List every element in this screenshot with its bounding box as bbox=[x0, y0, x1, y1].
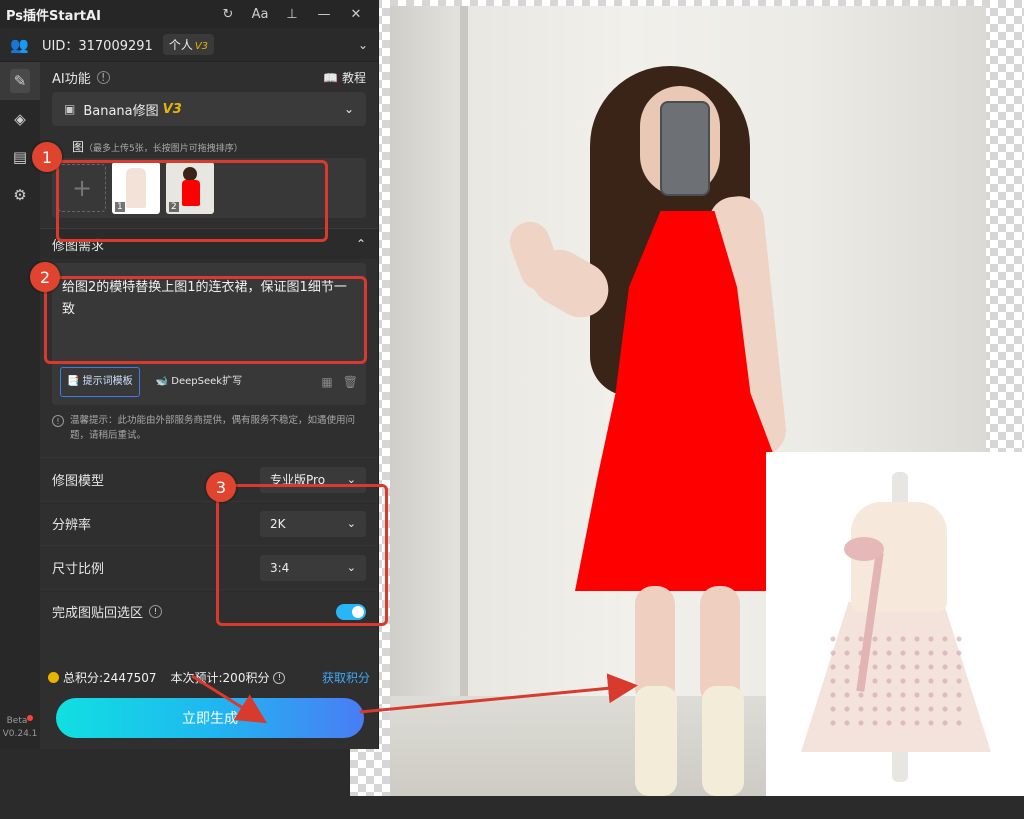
annotation-arrows bbox=[191, 673, 638, 724]
arrow-to-result bbox=[359, 673, 638, 714]
arrow-to-generate bbox=[191, 674, 268, 724]
